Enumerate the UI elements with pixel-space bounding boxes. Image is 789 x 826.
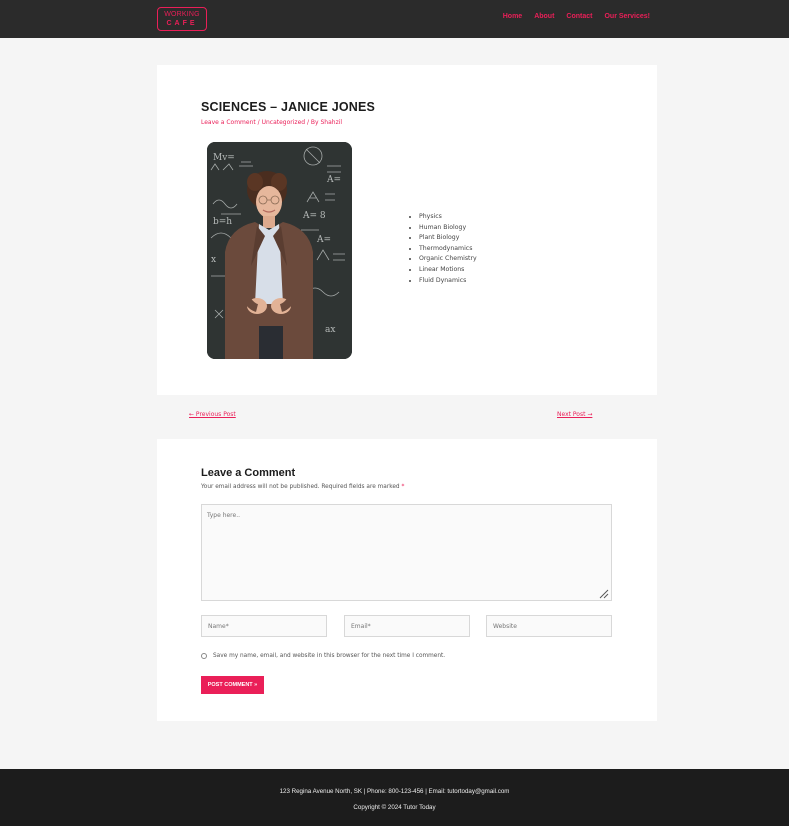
meta-by: / By: [305, 119, 321, 126]
svg-text:b=h: b=h: [213, 217, 232, 227]
logo-line2: CAFE: [166, 20, 198, 27]
nav-contact[interactable]: Contact: [566, 13, 592, 20]
svg-text:A=: A=: [326, 175, 341, 185]
site-header: WORKING CAFE Home About Contact Our Serv…: [0, 0, 789, 38]
post-title: SCIENCES – JANICE JONES: [201, 100, 376, 114]
resize-handle-icon[interactable]: [599, 589, 609, 599]
footer-contact: 123 Regina Avenue North, SK | Phone: 800…: [279, 788, 510, 795]
next-post-link[interactable]: Next Post →: [557, 411, 592, 418]
comment-card: Leave a Comment Your email address will …: [157, 439, 657, 721]
nav-services[interactable]: Our Services!: [604, 13, 650, 20]
logo-line1: WORKING: [164, 11, 200, 18]
nav-about[interactable]: About: [534, 13, 554, 20]
list-item: Fluid Dynamics: [419, 276, 477, 287]
list-item: Linear Motions: [419, 265, 477, 276]
nav-home[interactable]: Home: [503, 13, 522, 20]
consent-row: Save my name, email, and website in this…: [201, 653, 445, 659]
list-item: Organic Chemistry: [419, 254, 477, 265]
list-item: Human Biology: [419, 223, 477, 234]
list-item: Physics: [419, 212, 477, 223]
comment-note: Your email address will not be published…: [201, 484, 404, 490]
svg-text:Mv=: Mv=: [213, 153, 235, 163]
site-footer: 123 Regina Avenue North, SK | Phone: 800…: [0, 769, 789, 826]
author-link[interactable]: Shahzil: [321, 119, 343, 126]
consent-checkbox[interactable]: [201, 653, 207, 659]
post-meta: Leave a Comment / Uncategorized / By Sha…: [201, 119, 342, 126]
teacher-photo: Mv= A= A= 8 b=h A= x ax: [207, 142, 352, 359]
comment-textarea[interactable]: [201, 504, 612, 601]
subjects-list: Physics Human Biology Plant Biology Ther…: [409, 212, 477, 286]
category-link[interactable]: Uncategorized: [262, 119, 305, 126]
svg-text:ax: ax: [325, 325, 335, 335]
svg-text:A= 8: A= 8: [302, 211, 326, 221]
list-item: Plant Biology: [419, 233, 477, 244]
comment-heading: Leave a Comment: [201, 467, 296, 479]
website-input[interactable]: [486, 615, 612, 637]
svg-text:x: x: [211, 255, 216, 265]
required-mark: *: [401, 484, 405, 490]
name-input[interactable]: [201, 615, 327, 637]
consent-label: Save my name, email, and website in this…: [213, 653, 446, 659]
leave-comment-link[interactable]: Leave a Comment: [201, 119, 256, 126]
main-nav: Home About Contact Our Services!: [503, 13, 650, 20]
article-card: SCIENCES – JANICE JONES Leave a Comment …: [157, 65, 657, 395]
post-comment-button[interactable]: POST COMMENT »: [201, 676, 264, 694]
email-input[interactable]: [344, 615, 470, 637]
svg-text:A=: A=: [316, 235, 331, 245]
previous-post-link[interactable]: ← Previous Post: [189, 411, 236, 418]
site-logo[interactable]: WORKING CAFE: [157, 7, 207, 31]
footer-copyright: Copyright © 2024 Tutor Today: [353, 804, 436, 811]
comment-note-text: Your email address will not be published…: [201, 484, 402, 490]
list-item: Thermodynamics: [419, 244, 477, 255]
